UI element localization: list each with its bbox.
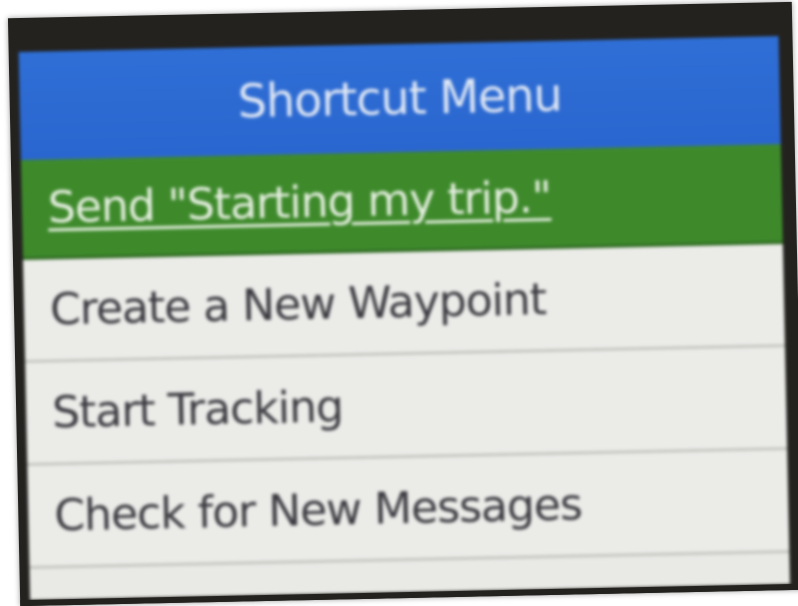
menu-item-label: Create a New Waypoint [49, 273, 547, 335]
device-frame: Shortcut Menu Send "Starting my trip." C… [7, 1, 798, 606]
menu-item-label: Check for New Messages [53, 478, 583, 541]
menu-item-label: Start Tracking [51, 380, 344, 438]
menu-item-send-starting-trip[interactable]: Send "Starting my trip." [20, 144, 783, 261]
menu-item-create-waypoint[interactable]: Create a New Waypoint [22, 244, 785, 363]
menu-header: Shortcut Menu [18, 36, 781, 161]
shortcut-menu-list: Send "Starting my trip." Create a New Wa… [20, 144, 790, 569]
menu-title: Shortcut Menu [237, 67, 563, 129]
menu-item-start-tracking[interactable]: Start Tracking [25, 347, 788, 466]
device-screen: Shortcut Menu Send "Starting my trip." C… [18, 36, 790, 600]
menu-item-check-messages[interactable]: Check for New Messages [27, 450, 790, 569]
menu-item-label: Send "Starting my trip." [47, 171, 552, 234]
